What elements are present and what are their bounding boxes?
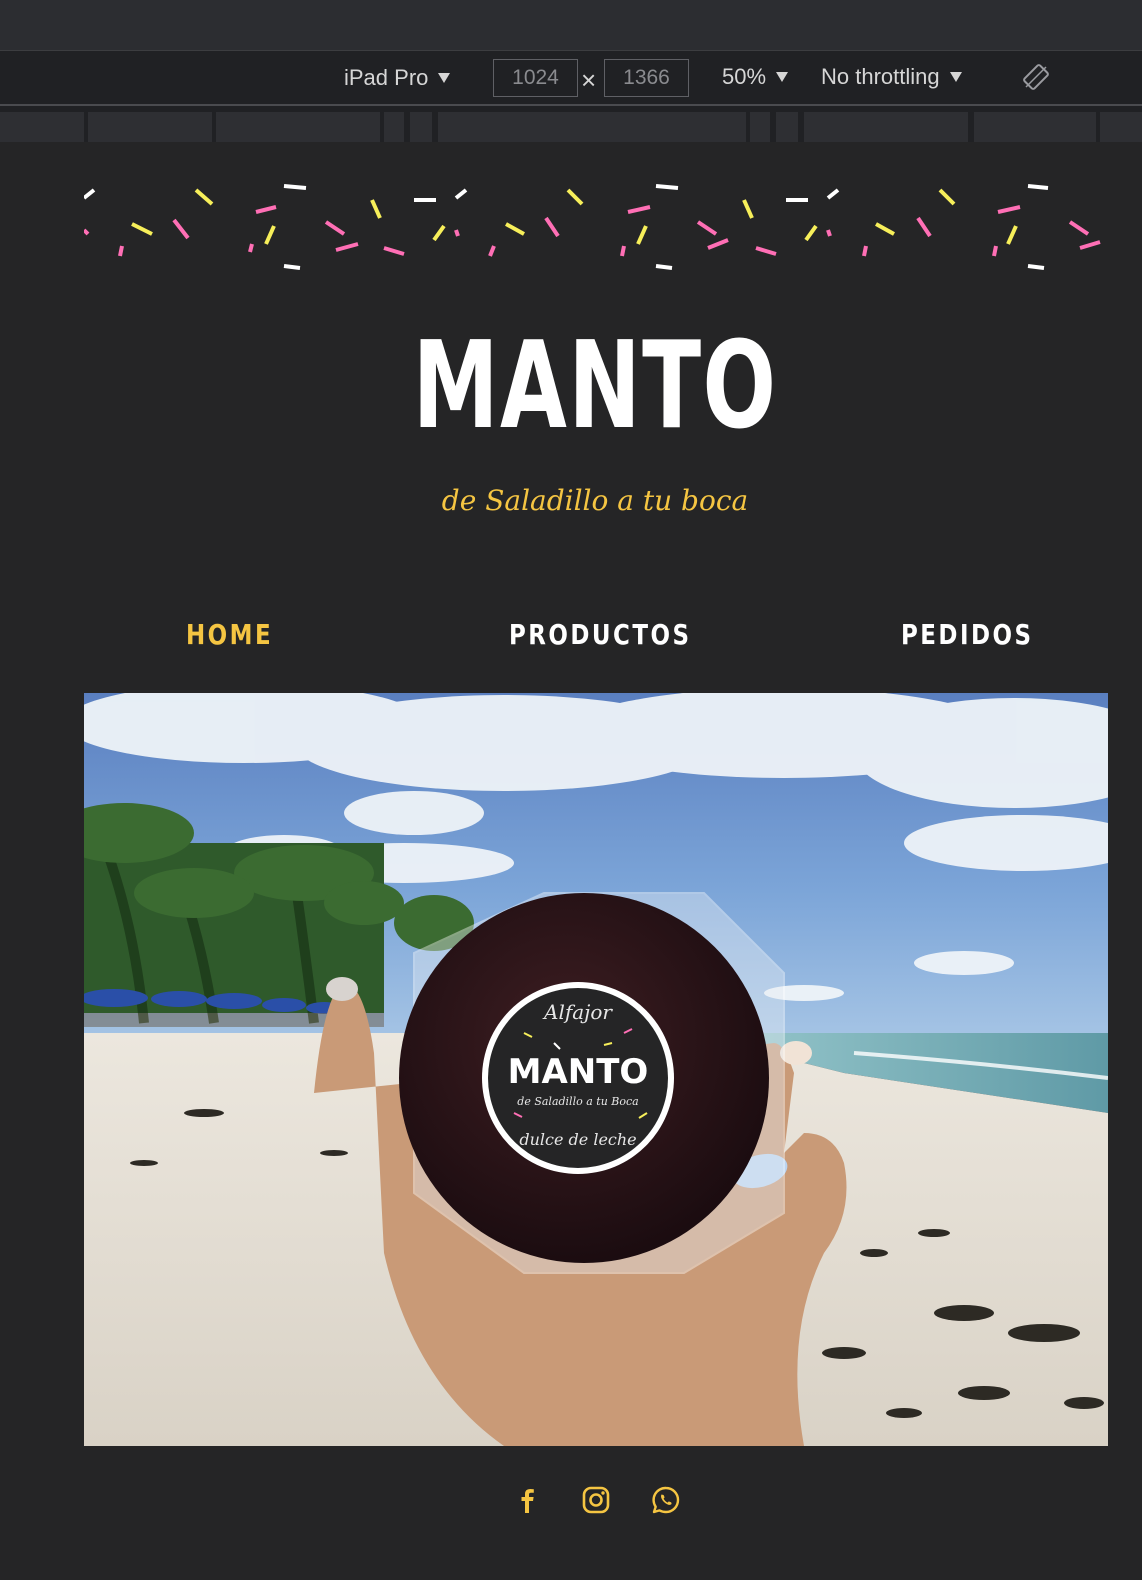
site-tagline: de Saladillo a tu boca xyxy=(441,484,749,517)
ruler-segment[interactable] xyxy=(804,112,968,142)
ruler-segment[interactable] xyxy=(0,112,84,142)
nav-item-pedidos[interactable]: PEDIDOS xyxy=(901,618,1033,651)
viewport-height-input[interactable]: 1366 xyxy=(604,59,689,97)
media-query-ruler[interactable] xyxy=(0,104,1142,142)
caret-down-icon xyxy=(438,73,451,83)
label-top-text: Alfajor xyxy=(542,1000,613,1024)
ruler-segment[interactable] xyxy=(88,112,212,142)
nav-item-home[interactable]: HOME xyxy=(186,618,273,651)
ruler-segment[interactable] xyxy=(750,112,770,142)
ruler-segment[interactable] xyxy=(384,112,404,142)
device-toolbar: iPad Pro 1024 × 1366 50% No throttling xyxy=(0,50,1142,104)
zoom-label: 50% xyxy=(722,64,767,89)
main-nav: HOME PRODUCTOS PEDIDOS xyxy=(84,618,1108,662)
device-select[interactable]: iPad Pro xyxy=(344,64,451,92)
throttling-select[interactable]: No throttling xyxy=(821,64,962,90)
ruler-segment[interactable] xyxy=(410,112,432,142)
device-label: iPad Pro xyxy=(344,65,429,90)
ruler-segment[interactable] xyxy=(776,112,798,142)
facebook-icon[interactable] xyxy=(509,1482,545,1518)
caret-down-icon xyxy=(949,72,962,82)
website-viewport: MANTO de Saladillo a tu boca HOME PRODUC… xyxy=(0,142,1142,1580)
browser-top-bar xyxy=(0,0,1142,50)
label-bottom-text: dulce de leche xyxy=(519,1130,636,1149)
site-title: MANTO xyxy=(412,317,778,456)
zoom-select[interactable]: 50% xyxy=(722,64,789,90)
instagram-icon[interactable] xyxy=(578,1482,614,1518)
ruler-segment[interactable] xyxy=(216,112,380,142)
viewport-width-input[interactable]: 1024 xyxy=(493,59,578,97)
label-brand-text: MANTO xyxy=(508,1052,649,1092)
confetti-banner xyxy=(84,184,1101,270)
dimension-separator: × xyxy=(581,65,597,95)
rotate-icon[interactable] xyxy=(1022,63,1050,91)
hero-image: Alfajor MANTO de Saladillo a tu Boca dul… xyxy=(84,693,1108,1446)
ruler-segment[interactable] xyxy=(1100,112,1142,142)
whatsapp-icon[interactable] xyxy=(648,1482,684,1518)
label-sub-text: de Saladillo a tu Boca xyxy=(517,1095,638,1108)
caret-down-icon xyxy=(776,72,789,82)
ruler-segment[interactable] xyxy=(438,112,746,142)
social-links xyxy=(0,1482,1142,1522)
throttling-label: No throttling xyxy=(821,64,940,89)
nav-item-productos[interactable]: PRODUCTOS xyxy=(509,618,691,651)
ruler-segment[interactable] xyxy=(974,112,1096,142)
